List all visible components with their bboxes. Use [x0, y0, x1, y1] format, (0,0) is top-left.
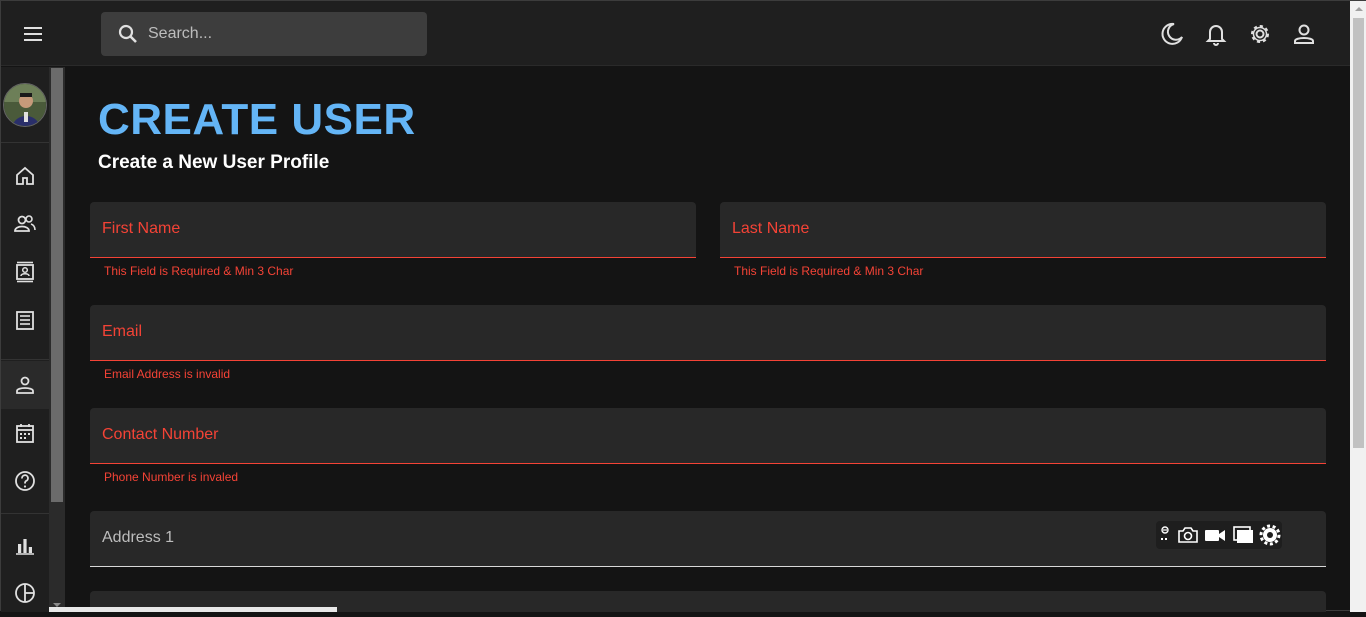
last-name-label: Last Name — [732, 220, 810, 237]
page-scroll-up-arrow[interactable] — [1355, 7, 1363, 11]
avatar[interactable] — [3, 83, 47, 127]
address-1-field[interactable]: Address 1 — [90, 511, 1326, 567]
email-error: Email Address is invalid — [104, 367, 231, 381]
settings-icon[interactable] — [1247, 21, 1273, 47]
page-scrollbar[interactable] — [1350, 1, 1366, 612]
sidebar — [1, 67, 49, 612]
contacts-icon[interactable] — [1, 248, 49, 296]
contact-number-field[interactable]: Contact Number — [90, 408, 1326, 464]
sidebar-divider — [1, 359, 49, 360]
page-scrollbar-thumb[interactable] — [1353, 18, 1364, 448]
page-subtitle: Create a New User Profile — [98, 152, 330, 173]
invoices-icon[interactable] — [1, 296, 49, 344]
contact-number-label: Contact Number — [102, 426, 219, 443]
app-window: CREATE USER Create a New User Profile Fi… — [0, 0, 1366, 612]
sidebar-scrollbar-thumb[interactable] — [51, 68, 63, 502]
gear-icon[interactable] — [1259, 524, 1281, 546]
profile-form-icon[interactable] — [1, 361, 49, 409]
first-name-field[interactable]: First Name — [90, 202, 696, 258]
pie-chart-icon[interactable] — [1, 569, 49, 617]
edit-icon[interactable] — [1159, 525, 1173, 545]
team-icon[interactable] — [1, 200, 49, 248]
page-title: CREATE USER — [98, 95, 416, 144]
first-name-error: This Field is Required & Min 3 Char — [104, 264, 294, 278]
window-icon[interactable] — [1231, 525, 1255, 545]
notifications-icon[interactable] — [1203, 21, 1229, 47]
sidebar-scrollbar[interactable] — [49, 67, 65, 612]
sidebar-divider — [1, 513, 49, 514]
dark-mode-icon[interactable] — [1159, 21, 1185, 47]
account-icon[interactable] — [1291, 21, 1317, 47]
calendar-icon[interactable] — [1, 409, 49, 457]
search-icon — [118, 24, 137, 43]
last-name-error: This Field is Required & Min 3 Char — [734, 264, 924, 278]
email-label: Email — [102, 323, 143, 340]
first-name-label: First Name — [102, 220, 181, 237]
main-content: CREATE USER Create a New User Profile Fi… — [65, 67, 1350, 612]
menu-icon[interactable] — [19, 21, 47, 47]
camera-icon[interactable] — [1177, 525, 1199, 545]
contact-number-error: Phone Number is invaled — [104, 470, 239, 484]
search-box — [101, 12, 427, 56]
video-icon[interactable] — [1203, 525, 1227, 545]
email-field[interactable]: Email — [90, 305, 1326, 361]
home-icon[interactable] — [1, 152, 49, 200]
extension-toolbar — [1156, 521, 1282, 549]
sidebar-divider — [1, 142, 49, 143]
address-1-label: Address 1 — [102, 529, 175, 546]
horizontal-scrollbar[interactable] — [49, 607, 337, 612]
top-bar — [1, 1, 1350, 66]
bar-chart-icon[interactable] — [1, 521, 49, 569]
faq-icon[interactable] — [1, 457, 49, 505]
last-name-field[interactable]: Last Name — [720, 202, 1326, 258]
search-input[interactable] — [148, 19, 418, 49]
